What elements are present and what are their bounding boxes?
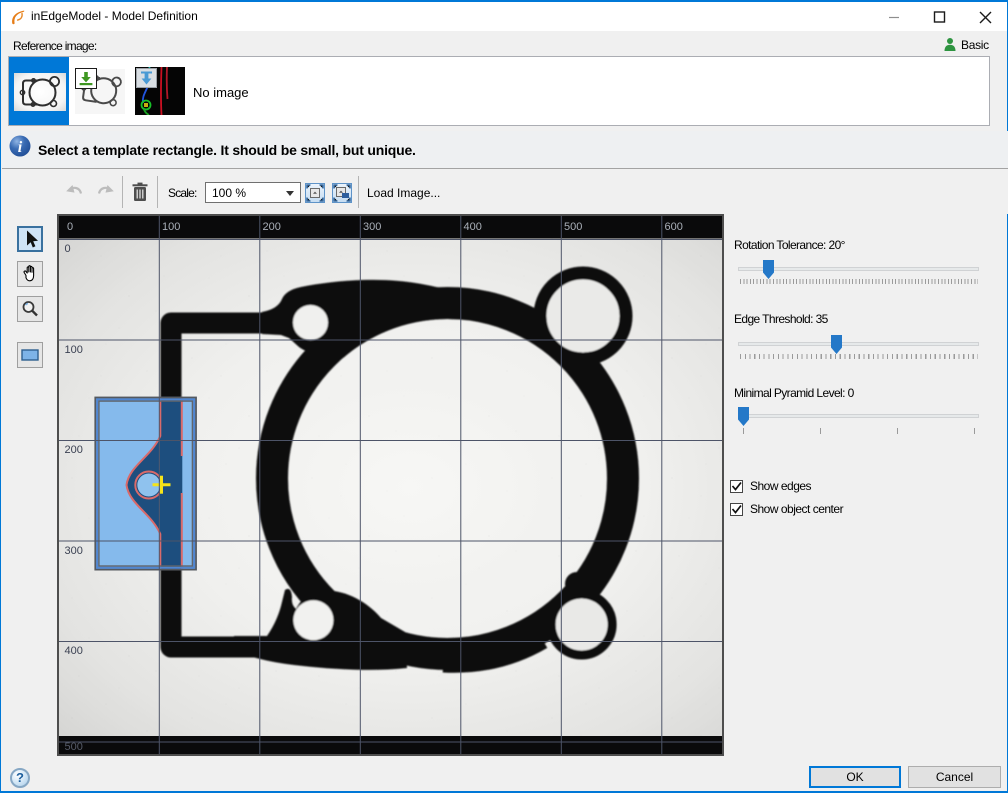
svg-text:200: 200: [65, 444, 83, 456]
svg-text:0: 0: [65, 243, 71, 255]
svg-text:200: 200: [263, 221, 281, 233]
svg-text:500: 500: [564, 221, 582, 233]
svg-text:100: 100: [65, 344, 83, 356]
svg-text:i: i: [18, 139, 23, 156]
svg-text:100: 100: [162, 221, 180, 233]
svg-text:400: 400: [464, 221, 482, 233]
svg-text:300: 300: [65, 545, 83, 557]
svg-text:300: 300: [363, 221, 381, 233]
svg-text:500: 500: [65, 741, 83, 753]
svg-text:0: 0: [67, 221, 73, 233]
svg-text:600: 600: [665, 221, 683, 233]
svg-text:400: 400: [65, 645, 83, 657]
